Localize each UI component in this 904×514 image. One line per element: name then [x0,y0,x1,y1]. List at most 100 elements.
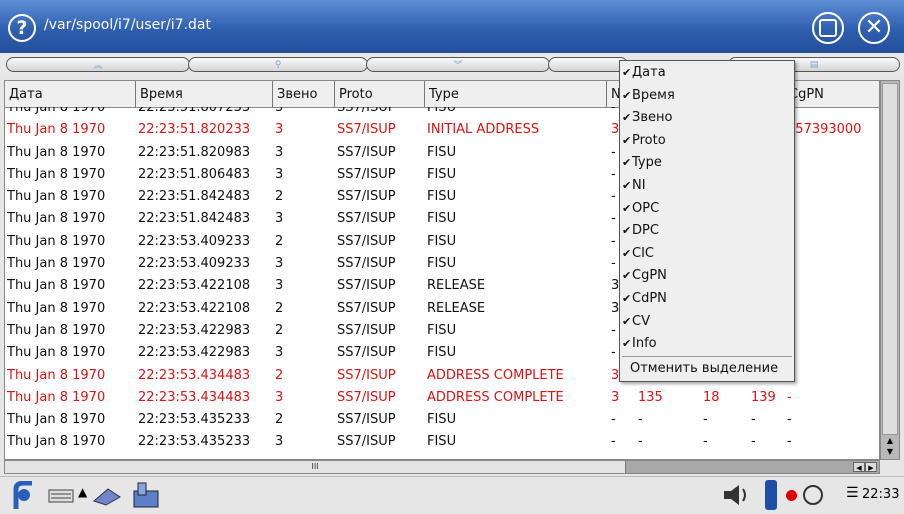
chevron-up-icon: ︽ [93,61,103,71]
network-icon[interactable] [92,483,122,507]
column-menu-item[interactable]: ✔CV [622,311,650,333]
column-menu-item-label: CdPN [632,291,667,306]
cell-type: FISU [427,166,457,182]
cell-proto: SS7/ISUP [337,367,396,383]
cell-type: FISU [427,211,457,227]
cell-date: Thu Jan 8 1970 [7,256,106,272]
cell-link: 2 [275,412,284,428]
cell-time: 22:23:51.842483 [138,189,251,205]
cell-cgpn [787,231,879,253]
table-row[interactable]: Thu Jan 8 1970 22:23:53.435233 3 SS7/ISUP FI… [5,431,879,453]
cell-cgpn [787,320,879,342]
column-header-1[interactable]: Время [136,81,273,107]
horizontal-scroll-thumb[interactable]: III [5,461,626,473]
list-icon: ▤ [809,59,819,70]
expand-button[interactable]: ︾ [366,57,550,72]
phone-icon[interactable] [128,479,164,511]
cell-c7: - [638,412,643,428]
column-menu-item[interactable]: ✔Info [622,333,657,355]
cell-c6: - [611,412,616,428]
cell-time: 22:23:53.434483 [138,389,251,405]
column-menu-item[interactable]: ✔CdPN [622,288,667,310]
cell-type: FISU [427,107,457,115]
help-icon: ? [16,17,28,39]
collapse-button[interactable]: ︽ [6,57,190,72]
cell-link: 2 [275,300,284,316]
circle-icon[interactable] [803,485,823,505]
taskbar: ▲ ☰ 22:33 [0,476,904,514]
column-menu-item[interactable]: ✔DPC [622,220,659,242]
check-icon: ✔ [622,292,632,305]
cell-link: 3 [275,122,284,138]
cell-date: Thu Jan 8 1970 [7,434,106,450]
help-button[interactable]: ? [8,14,36,42]
column-menu-item[interactable]: ✔Время [622,85,675,107]
keyboard-icon[interactable] [48,489,74,503]
check-icon: ✔ [622,201,632,215]
column-menu-item[interactable]: ✔Type [622,152,662,174]
column-menu-item[interactable]: ✔CgPN [622,265,667,287]
record-icon[interactable] [786,490,797,501]
stop-button[interactable] [812,12,844,44]
column-header-4[interactable]: Type [425,81,607,107]
cell-type: FISU [427,233,457,249]
cell-link: 3 [275,389,284,405]
cell-date: Thu Jan 8 1970 [7,233,106,249]
app-menu-icon[interactable] [6,481,44,511]
horizontal-scrollbar[interactable]: III ◀ ▶ [4,460,880,474]
cell-type: FISU [427,345,457,361]
up-arrow-icon[interactable]: ▲ [78,485,87,499]
search-button[interactable]: ⚲ [188,57,368,72]
column-menu-item[interactable]: ✔Дата [622,62,666,84]
cell-proto: SS7/ISUP [337,233,396,249]
cell-c8: 18 [703,389,720,405]
check-icon: ✔ [622,314,632,328]
column-header-0[interactable]: Дата [5,81,136,107]
speaker-icon[interactable] [722,483,752,507]
cell-date: Thu Jan 8 1970 [7,107,106,115]
column-menu-item-label: CIC [632,245,654,261]
cell-proto: SS7/ISUP [337,322,396,338]
column-header-2[interactable]: Звено [273,81,335,107]
cell-date: Thu Jan 8 1970 [7,322,106,338]
cell-proto: SS7/ISUP [337,434,396,450]
cell-cgpn: - [787,389,792,405]
cell-link: 2 [275,233,284,249]
cell-date: Thu Jan 8 1970 [7,412,106,428]
column-menu-item[interactable]: ✔Proto [622,130,666,152]
scroll-right-icon[interactable]: ▶ [865,462,877,472]
menu-lines-icon[interactable]: ☰ [846,485,859,501]
cell-proto: SS7/ISUP [337,107,396,115]
column-menu-item[interactable]: ✔Звено [622,107,672,129]
filter-button[interactable] [548,57,628,72]
cell-c9: - [751,412,756,428]
close-button[interactable]: ✕ [858,12,890,44]
column-header-3[interactable]: Proto [335,81,425,107]
column-menu-item-label: DPC [632,223,659,239]
cell-link: 3 [275,144,284,160]
deselect-all-item[interactable]: Отменить выделение [630,358,778,380]
close-icon: ✕ [864,15,884,40]
window-title: /var/spool/i7/user/i7.dat [44,17,211,33]
cell-link: 2 [275,189,284,205]
cell-cgpn [787,298,879,320]
cell-time: 22:23:53.435233 [138,412,251,428]
column-menu-item-label: Дата [632,65,666,80]
table-row[interactable]: Thu Jan 8 1970 22:23:53.435233 2 SS7/ISUP FI… [5,409,879,431]
column-menu-item[interactable]: ✔OPC [622,198,659,220]
cell-link: 3 [275,107,284,115]
scroll-left-icon[interactable]: ◀ [853,462,865,472]
cell-time: 22:23:53.434483 [138,367,251,383]
menu-divider [622,356,792,357]
vertical-scrollbar[interactable]: ▲ ▼ [880,80,900,460]
column-header-9[interactable]: CgPN [785,81,879,107]
cell-cgpn: - [787,412,792,428]
column-menu-item[interactable]: ✔CIC [622,243,654,265]
table-row[interactable]: Thu Jan 8 1970 22:23:53.434483 3 SS7/ISUP AD… [5,387,879,409]
vertical-scroll-thumb[interactable] [882,83,898,435]
scroll-down-icon[interactable]: ▼ [881,446,899,458]
cell-cgpn [787,107,879,119]
cell-link: 2 [275,322,284,338]
cell-link: 3 [275,256,284,272]
column-menu-item[interactable]: ✔NI [622,175,646,197]
